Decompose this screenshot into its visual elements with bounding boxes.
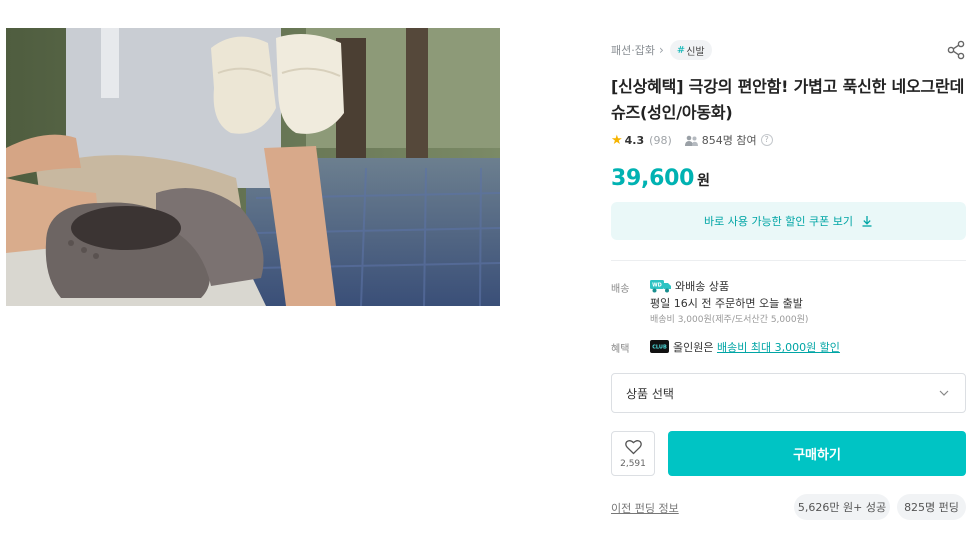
people-icon bbox=[684, 135, 698, 146]
delivery-truck-icon: WD bbox=[650, 280, 671, 293]
breadcrumb-category[interactable]: 패션·잡화 bbox=[611, 42, 655, 58]
like-count: 2,591 bbox=[620, 459, 646, 469]
divider bbox=[611, 260, 966, 261]
price: 39,600 원 bbox=[611, 166, 710, 196]
club-icon-text: CLUB bbox=[652, 345, 667, 351]
like-button[interactable]: 2,591 bbox=[611, 431, 655, 476]
shipping-schedule: 평일 16시 전 주문하면 오늘 출발 bbox=[650, 297, 803, 310]
club-membership-icon: CLUB bbox=[650, 340, 669, 353]
coupon-label: 바로 사용 가능한 할인 쿠폰 보기 bbox=[703, 215, 854, 228]
category-tag[interactable]: # 신발 bbox=[669, 40, 712, 60]
shipping-type: 와배송 상품 bbox=[675, 280, 730, 293]
coupon-button[interactable]: 바로 사용 가능한 할인 쿠폰 보기 bbox=[611, 202, 966, 240]
option-select-placeholder: 상품 선택 bbox=[626, 386, 674, 401]
price-amount: 39,600 bbox=[611, 166, 695, 191]
funding-amount-badge: 5,626만 원+ 성공 bbox=[794, 494, 890, 520]
review-count[interactable]: (98) bbox=[649, 134, 672, 147]
benefit-prefix: 올인원은 bbox=[673, 341, 717, 354]
benefit-label: 혜택 bbox=[611, 344, 630, 355]
download-icon bbox=[862, 216, 872, 227]
buy-button[interactable]: 구매하기 bbox=[668, 431, 966, 476]
option-select[interactable]: 상품 선택 bbox=[611, 373, 966, 413]
buy-button-label: 구매하기 bbox=[793, 448, 841, 463]
hash-symbol: # bbox=[676, 44, 686, 56]
benefit-text: 올인원은 배송비 최대 3,000원 할인 bbox=[673, 339, 840, 355]
price-currency: 원 bbox=[697, 173, 710, 189]
product-meta: ★ 4.3 (98) 854명 참여 ? bbox=[611, 131, 773, 149]
product-title: [신상혜택] 극강의 편안함! 가볍고 푹신한 네오그란데 슈즈(성인/아동화) bbox=[611, 77, 965, 122]
heart-icon bbox=[625, 440, 642, 455]
product-image bbox=[6, 28, 500, 306]
product-info-panel: 패션·잡화 › # 신발 [신상혜택] 극강의 편안함! 가볍고 푹신한 네오그… bbox=[611, 0, 966, 551]
share-icon[interactable] bbox=[946, 40, 966, 60]
breadcrumb: 패션·잡화 › # 신발 bbox=[611, 40, 712, 60]
shipping-fee: 배송비 3,000원(제주/도서산간 5,000원) bbox=[650, 315, 809, 325]
help-icon[interactable]: ? bbox=[760, 134, 773, 146]
previous-funding-link[interactable]: 이전 펀딩 정보 bbox=[611, 500, 679, 516]
funding-people-badge: 825명 펀딩 bbox=[897, 494, 966, 520]
participant-count: 854명 참여 bbox=[701, 134, 757, 147]
product-photo-illustration bbox=[6, 28, 500, 306]
chevron-down-icon bbox=[939, 390, 949, 396]
category-tag-label: 신발 bbox=[686, 46, 705, 58]
benefit-link[interactable]: 배송비 최대 3,000원 할인 bbox=[717, 341, 840, 354]
star-icon: ★ bbox=[611, 132, 623, 148]
shipping-label: 배송 bbox=[611, 284, 630, 295]
chevron-right-icon: › bbox=[658, 43, 664, 57]
delivery-icon-text: WD bbox=[652, 283, 662, 289]
rating-value: 4.3 bbox=[624, 133, 645, 147]
